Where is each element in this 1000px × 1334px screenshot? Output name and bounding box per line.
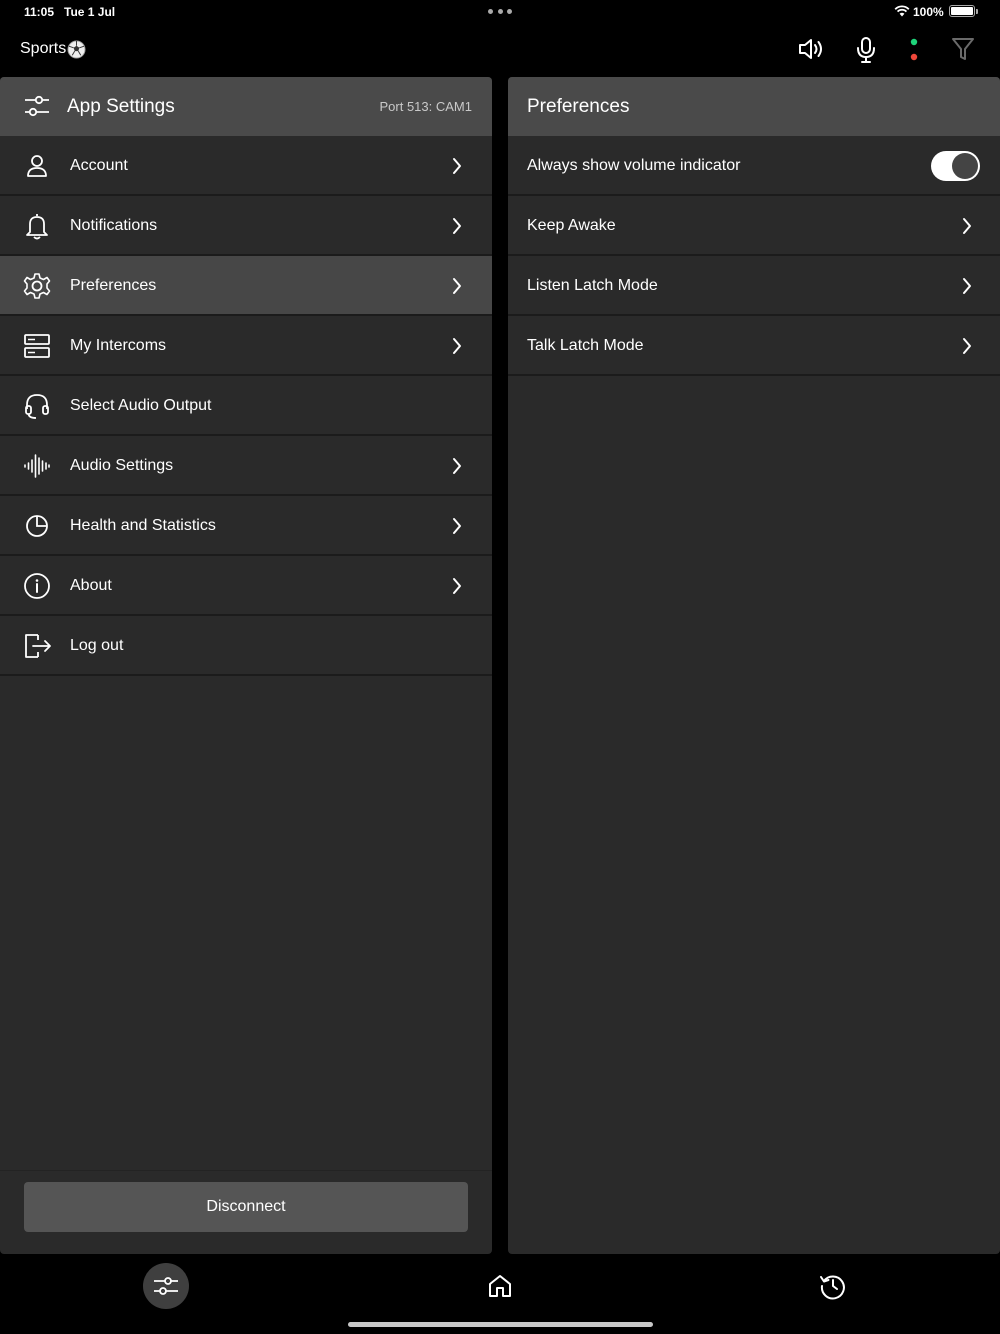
- soccer-ball-icon: [67, 40, 86, 59]
- menu-item-label: Preferences: [70, 277, 157, 294]
- menu-item-label: Select Audio Output: [70, 397, 212, 414]
- menu-item-audio-settings[interactable]: Audio Settings: [0, 436, 492, 496]
- tab-home[interactable]: [477, 1263, 523, 1309]
- app-settings-header: App Settings Port 513: CAM1: [0, 77, 492, 136]
- menu-item-label: Notifications: [70, 217, 158, 234]
- pref-talk-latch-mode[interactable]: Talk Latch Mode: [508, 316, 1000, 376]
- sliders-icon: [154, 1277, 178, 1295]
- status-date: Tue 1 Jul: [64, 5, 116, 19]
- port-label: Port 513: CAM1: [379, 99, 473, 114]
- microphone-icon[interactable]: [855, 36, 877, 64]
- battery-percentage: 100%: [913, 5, 944, 19]
- app-settings-panel: App Settings Port 513: CAM1 Account Noti…: [0, 77, 492, 1254]
- headset-icon: [25, 394, 49, 419]
- pref-always-show-volume-indicator: Always show volume indicator: [508, 136, 1000, 196]
- pref-listen-latch-mode[interactable]: Listen Latch Mode: [508, 256, 1000, 316]
- filter-icon[interactable]: [951, 36, 975, 62]
- waveform-icon: [24, 454, 50, 478]
- wifi-icon: [894, 5, 910, 17]
- menu-item-about[interactable]: About: [0, 556, 492, 616]
- sliders-icon: [25, 95, 49, 117]
- speaker-icon[interactable]: [797, 36, 825, 62]
- volume-indicator-toggle[interactable]: [931, 151, 980, 181]
- bell-icon: [26, 214, 48, 240]
- multitasking-dots-icon[interactable]: [488, 9, 512, 15]
- menu-item-label: Log out: [70, 637, 124, 654]
- panel-title: Preferences: [527, 96, 630, 117]
- menu-item-notifications[interactable]: Notifications: [0, 196, 492, 256]
- person-icon: [27, 155, 47, 177]
- disconnect-button[interactable]: Disconnect: [24, 1182, 468, 1232]
- chevron-right-icon: [963, 218, 971, 234]
- status-time: 11:05: [24, 5, 55, 19]
- pref-label: Talk Latch Mode: [527, 337, 644, 354]
- menu-item-label: My Intercoms: [70, 337, 167, 354]
- chevron-right-icon: [963, 278, 971, 294]
- menu-item-label: About: [70, 577, 112, 594]
- menu-item-my-intercoms[interactable]: My Intercoms: [0, 316, 492, 376]
- menu-item-select-audio-output[interactable]: Select Audio Output: [0, 376, 492, 436]
- tab-history[interactable]: [810, 1263, 856, 1309]
- menu-item-health-and-statistics[interactable]: Health and Statistics: [0, 496, 492, 556]
- chevron-right-icon: [453, 518, 461, 534]
- home-icon: [489, 1275, 511, 1297]
- chevron-right-icon: [453, 458, 461, 474]
- chevron-right-icon: [453, 158, 461, 174]
- panel-title: App Settings: [67, 96, 175, 117]
- chevron-right-icon: [453, 338, 461, 354]
- pie-chart-icon: [26, 515, 48, 537]
- preferences-panel: Preferences Always show volume indicator…: [508, 77, 1000, 1254]
- gear-icon: [23, 273, 51, 299]
- pref-label: Listen Latch Mode: [527, 277, 658, 294]
- server-icon: [24, 334, 50, 358]
- preferences-header: Preferences: [508, 77, 1000, 136]
- home-indicator: [348, 1322, 653, 1327]
- menu-item-preferences[interactable]: Preferences: [0, 256, 492, 316]
- chevron-right-icon: [453, 218, 461, 234]
- tab-bar: [0, 1255, 1000, 1334]
- pref-label: Always show volume indicator: [527, 157, 741, 174]
- menu-item-label: Audio Settings: [70, 457, 174, 474]
- chevron-right-icon: [453, 578, 461, 594]
- menu-item-log-out[interactable]: Log out: [0, 616, 492, 676]
- top-bar: Sports: [0, 28, 1000, 72]
- connection-status-icon: [910, 38, 918, 61]
- disconnect-area: Disconnect: [0, 1170, 492, 1254]
- info-icon: [24, 573, 50, 599]
- chevron-right-icon: [453, 278, 461, 294]
- workspace-title[interactable]: Sports: [20, 40, 66, 58]
- menu-item-label: Health and Statistics: [70, 517, 216, 534]
- logout-icon: [25, 634, 51, 658]
- pref-keep-awake[interactable]: Keep Awake: [508, 196, 1000, 256]
- menu-item-label: Account: [70, 157, 128, 174]
- menu-item-account[interactable]: Account: [0, 136, 492, 196]
- chevron-right-icon: [963, 338, 971, 354]
- history-icon: [820, 1275, 845, 1300]
- battery-icon: [949, 5, 978, 17]
- tab-settings[interactable]: [143, 1263, 189, 1309]
- pref-label: Keep Awake: [527, 217, 616, 234]
- status-bar: 11:05 Tue 1 Jul 100%: [0, 0, 1000, 24]
